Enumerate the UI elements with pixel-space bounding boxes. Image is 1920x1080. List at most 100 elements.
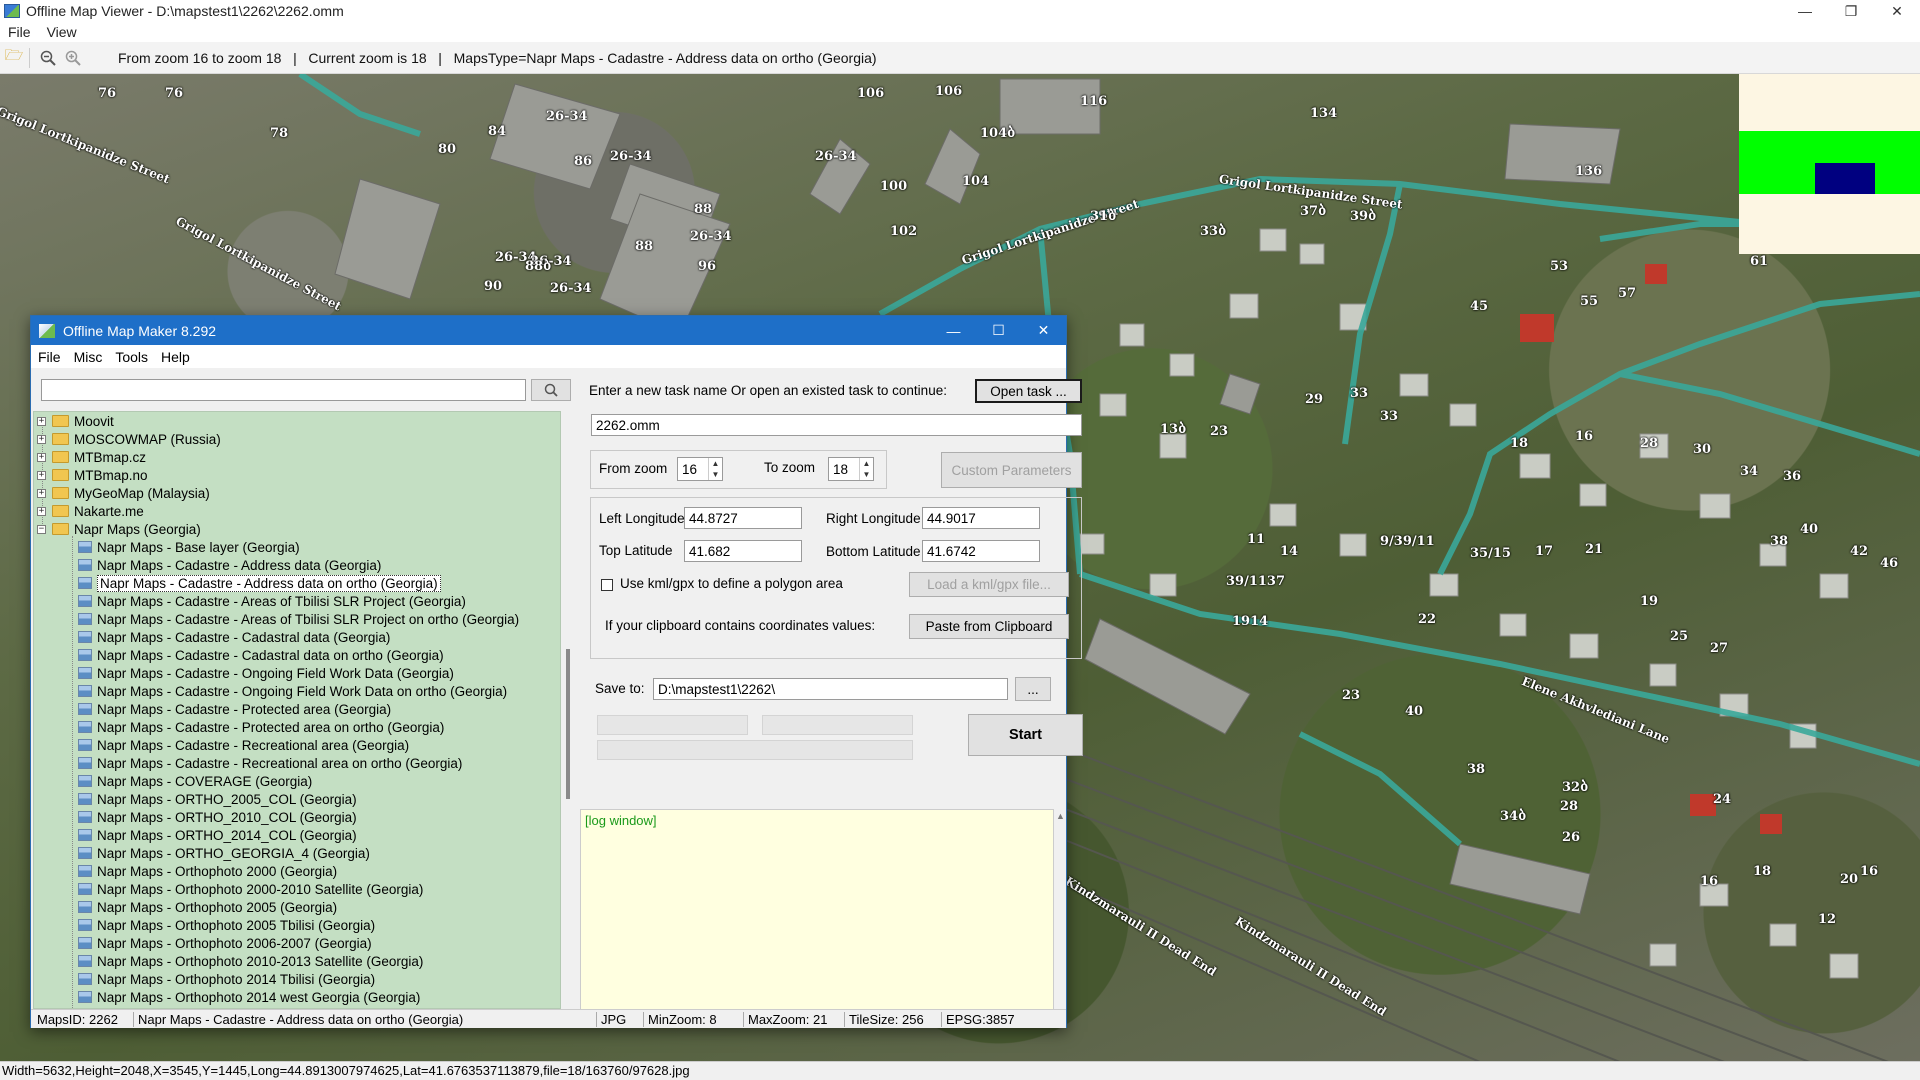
tree-folder[interactable]: + MTBmap.no [37,466,148,484]
spin-arrows-icon[interactable]: ▲ ▼ [708,458,722,480]
zoom-in-icon[interactable] [62,47,84,69]
left-longitude-input[interactable]: 44.8727 [684,507,802,529]
tree-item[interactable]: Napr Maps - ORTHO_GEORGIA_4 (Georgia) [78,844,370,862]
tree-item[interactable]: Napr Maps - Cadastre - Protected area on… [78,718,444,736]
search-button[interactable] [531,379,571,401]
tree-item[interactable]: Napr Maps - Cadastre - Recreational area… [78,754,462,772]
tree-item[interactable]: Napr Maps - Cadastre - Ongoing Field Wor… [78,664,454,682]
maximize-icon[interactable]: ☐ [976,316,1021,345]
tree-item-selected[interactable]: Napr Maps - Cadastre - Address data on o… [78,574,441,592]
tree-item[interactable]: Napr Maps - Cadastre - Protected area (G… [78,700,391,718]
tree-item[interactable]: Napr Maps - Cadastre - Cadastral data on… [78,646,444,664]
bottom-latitude-input[interactable]: 41.6742 [922,540,1040,562]
menu-help[interactable]: Help [154,349,196,365]
tree-folder[interactable]: + MTBmap.cz [37,448,146,466]
zoom-out-icon[interactable] [37,47,59,69]
map-icon [78,973,92,985]
tree-item[interactable]: Napr Maps - COVERAGE (Georgia) [78,772,312,790]
spin-arrows-icon[interactable]: ▲ ▼ [859,458,873,480]
search-input[interactable] [41,379,526,401]
tree-label: Napr Maps - Cadastre - Ongoing Field Wor… [97,665,454,681]
from-zoom-spinner[interactable]: 16 ▲ ▼ [677,457,723,481]
expand-icon[interactable]: + [37,416,46,426]
map-icon [78,793,92,805]
to-zoom-spinner[interactable]: 18 ▲ ▼ [828,457,874,481]
minimize-icon[interactable]: — [1782,0,1828,22]
tree-item[interactable]: Napr Maps - Cadastre - Recreational area… [78,736,409,754]
map-icon [78,829,92,841]
menu-tools[interactable]: Tools [108,349,154,365]
address-label: 76 [98,86,117,101]
kml-checkbox-label: Use kml/gpx to define a polygon area [620,576,843,591]
tree-item[interactable]: Napr Maps - Cadastre - Cadastral data (G… [78,628,390,646]
tree-item[interactable]: Napr Maps - Orthophoto 2010-2013 Satelli… [78,952,423,970]
address-label: 28 [1640,436,1659,451]
dialog-statusbar: MapsID: 2262 Napr Maps - Cadastre - Addr… [31,1009,1066,1028]
tree-folder-expanded[interactable]: − Napr Maps (Georgia) [37,520,201,538]
open-task-button[interactable]: Open task ... [975,379,1082,403]
tree-folder[interactable]: + MyGeoMap (Malaysia) [37,484,210,502]
start-button[interactable]: Start [968,714,1083,756]
log-scrollbar[interactable]: ▲ ▼ [1054,809,1066,1021]
map-icon [78,919,92,931]
paste-clipboard-button[interactable]: Paste from Clipboard [909,614,1069,639]
tree-item[interactable]: Napr Maps - Cadastre - Areas of Tbilisi … [78,610,519,628]
close-icon[interactable]: ✕ [1874,0,1920,22]
tree-folder[interactable]: + Nakarte.me [37,502,144,520]
map-source-tree[interactable]: + Moovit + MOSCOWMAP (Russia) + MTBmap.cz +… [33,411,561,1009]
tree-item[interactable]: Napr Maps - ORTHO_2014_COL (Georgia) [78,826,357,844]
save-path-input[interactable]: D:\mapstest1\2262\ [653,678,1008,700]
task-name-input[interactable]: 2262.omm [591,414,1082,436]
log-window[interactable]: [log window] [580,809,1054,1021]
expand-icon[interactable]: + [37,506,46,516]
tree-folder[interactable]: + MOSCOWMAP (Russia) [37,430,221,448]
top-latitude-input[interactable]: 41.682 [684,540,802,562]
tree-item[interactable]: Napr Maps - Base layer (Georgia) [78,538,300,556]
right-longitude-input[interactable]: 44.9017 [922,507,1040,529]
menu-file[interactable]: File [0,24,39,40]
address-label: 29 [1305,392,1324,407]
to-zoom-label: To zoom [764,460,816,475]
expand-icon[interactable]: + [37,434,46,444]
address-label: 40 [1405,704,1424,719]
minimap[interactable] [1739,74,1920,254]
collapse-icon[interactable]: − [37,524,46,534]
menu-view[interactable]: View [39,24,85,40]
tree-folder[interactable]: + Moovit [37,412,114,430]
folder-icon [52,469,69,481]
tree-item[interactable]: Napr Maps - Orthophoto 2014 west Georgia… [78,988,420,1006]
menu-file[interactable]: File [31,349,67,365]
minimize-icon[interactable]: — [931,316,976,345]
dialog-window-controls: — ☐ ✕ [931,316,1066,345]
close-icon[interactable]: ✕ [1021,316,1066,345]
expand-icon[interactable]: + [37,452,46,462]
tree-item[interactable]: Napr Maps - Cadastre - Address data (Geo… [78,556,381,574]
status-separator [844,1012,845,1027]
minimap-viewport[interactable] [1815,163,1875,194]
tree-item[interactable]: Napr Maps - Orthophoto 2006-2007 (Georgi… [78,934,372,952]
map-icon [78,649,92,661]
tree-item[interactable]: Napr Maps - Orthophoto 2005 Tbilisi (Geo… [78,916,375,934]
menu-misc[interactable]: Misc [67,349,109,365]
tree-item[interactable]: Napr Maps - Orthophoto 2005 (Georgia) [78,898,337,916]
restore-icon[interactable]: ❐ [1828,0,1874,22]
tree-item[interactable]: Napr Maps - ORTHO_2010_COL (Georgia) [78,808,357,826]
load-kml-button[interactable]: Load a kml/gpx file... [909,572,1069,597]
scroll-up-icon[interactable]: ▲ [1056,811,1065,821]
clipboard-label: If your clipboard contains coordinates v… [605,618,876,633]
custom-parameters-button[interactable]: Custom Parameters [941,452,1082,488]
kml-checkbox[interactable] [601,579,613,591]
expand-icon[interactable]: + [37,470,46,480]
expand-icon[interactable]: + [37,488,46,498]
tree-item[interactable]: Napr Maps - Cadastre - Areas of Tbilisi … [78,592,466,610]
status-separator [743,1012,744,1027]
browse-button[interactable]: ... [1015,677,1051,701]
tree-item[interactable]: Napr Maps - ORTHO_2005_COL (Georgia) [78,790,357,808]
tree-item[interactable]: Napr Maps - Orthophoto 2014 Tbilisi (Geo… [78,970,375,988]
tree-item[interactable]: Napr Maps - Cadastre - Ongoing Field Wor… [78,682,507,700]
address-label: 17 [1535,544,1554,559]
tree-scrollbar[interactable] [566,649,570,799]
open-folder-icon[interactable]: 🗁 [3,47,25,69]
tree-item[interactable]: Napr Maps - Orthophoto 2000 (Georgia) [78,862,337,880]
tree-item[interactable]: Napr Maps - Orthophoto 2000-2010 Satelli… [78,880,423,898]
